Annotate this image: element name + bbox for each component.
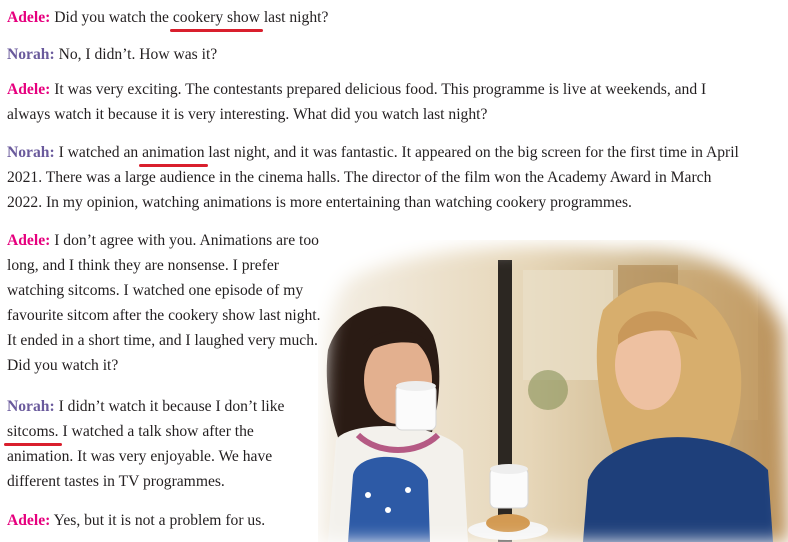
speaker-norah: Norah: — [7, 46, 55, 63]
dialogue-line-adele-1: Adele: Did you watch the cookery show la… — [7, 5, 329, 32]
speaker-norah: Norah: — [7, 398, 55, 415]
highlight-sitcoms: sitcoms. — [4, 419, 62, 446]
line-text: No, I didn’t. How was it? — [58, 46, 218, 63]
speaker-adele: Adele: — [7, 512, 51, 529]
highlight-cookery-show: cookery show — [169, 5, 263, 32]
speaker-norah: Norah: — [7, 144, 55, 161]
dialogue-line-adele-3: Adele: I don’t agree with you. Animation… — [7, 228, 329, 378]
line-text: I didn’t watch it because I don’t like — [58, 398, 285, 415]
line-text: It was very exciting. The contestants pr… — [7, 81, 707, 123]
speaker-adele: Adele: — [7, 81, 51, 98]
speaker-adele: Adele: — [7, 9, 51, 26]
highlight-animation: animation — [139, 140, 208, 167]
dialogue-line-adele-2: Adele: It was very exciting. The contest… — [7, 77, 747, 127]
dialogue-line-norah-2: Norah: I watched an animation last night… — [7, 140, 747, 215]
speaker-adele: Adele: — [7, 232, 51, 249]
dialogue-line-norah-3: Norah: I didn’t watch it because I don’t… — [4, 394, 307, 494]
line-text: Did you watch the — [54, 9, 173, 26]
line-text: I watched an — [58, 144, 143, 161]
photo-two-women-having-coffee — [318, 240, 788, 542]
dialogue-line-norah-1: Norah: No, I didn’t. How was it? — [7, 42, 217, 67]
line-text: last night? — [259, 9, 329, 26]
line-text: I don’t agree with you. Animations are t… — [7, 232, 321, 374]
dialogue-line-adele-4: Adele: Yes, but it is not a problem for … — [7, 508, 265, 533]
line-text: Yes, but it is not a problem for us. — [53, 512, 266, 529]
